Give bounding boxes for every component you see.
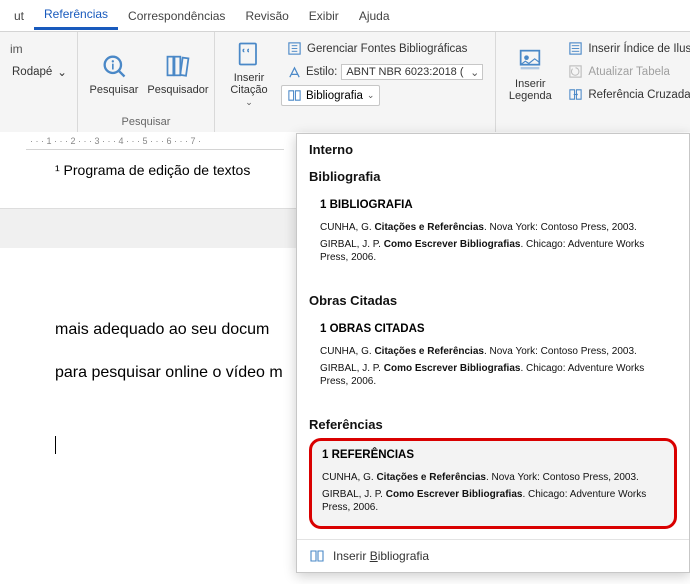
biblio-entry: GIRBAL, J. P. Como Escrever Bibliografia… <box>322 488 664 514</box>
biblio-option-referencias[interactable]: 1 REFERÊNCIAS CUNHA, G. Citações e Refer… <box>309 438 677 529</box>
estilo-selector[interactable]: Estilo: ABNT NBR 6023:2018 ( <box>281 61 489 83</box>
estilo-value: ABNT NBR 6023:2018 ( <box>346 66 463 78</box>
bibliography-icon <box>287 88 302 103</box>
referencia-cruzada-label: Referência Cruzada <box>588 89 690 101</box>
index-icon <box>568 41 583 56</box>
group-label-pesquisar: Pesquisar <box>84 116 208 130</box>
inserir-bibliografia-label: Inserir Bibliografia <box>333 549 429 563</box>
dropdown-header-interno: Interno <box>297 134 689 163</box>
group-label-empty <box>6 128 71 130</box>
biblio-heading-1: 1 OBRAS CITADAS <box>320 323 666 335</box>
biblio-category-bibliografia: Bibliografia <box>309 169 677 184</box>
bibliografia-button[interactable]: Bibliografia ⌄ <box>281 85 380 106</box>
inserir-legenda-button[interactable]: Inserir Legenda <box>502 36 558 112</box>
biblio-category-referencias: Referências <box>309 417 677 432</box>
inserir-citacao-label: Inserir Citação <box>230 72 267 96</box>
biblio-entry: GIRBAL, J. P. Como Escrever Bibliografia… <box>320 238 666 264</box>
chevron-down-icon: ⌄ <box>367 90 375 101</box>
ribbon-tabs: ut Referências Correspondências Revisão … <box>0 0 690 32</box>
rodape-label: Rodapé <box>12 66 52 78</box>
biblio-entry: CUNHA, G. Citações e Referências. Nova Y… <box>322 471 664 484</box>
cross-ref-icon <box>568 87 583 102</box>
partial-im: im <box>6 36 71 62</box>
inserir-indice-button[interactable]: Inserir Índice de Ilustr <box>562 38 690 59</box>
pesquisador-button[interactable]: Pesquisador <box>148 36 208 112</box>
body-line-2: para pesquisar online o vídeo m <box>55 351 285 394</box>
tab-referencias[interactable]: Referências <box>34 1 118 30</box>
chevron-down-icon: ⌄ <box>57 65 67 79</box>
biblio-entry: CUNHA, G. Citações e Referências. Nova Y… <box>320 345 666 358</box>
estilo-label: Estilo: <box>306 66 337 78</box>
biblio-entry: CUNHA, G. Citações e Referências. Nova Y… <box>320 221 666 234</box>
inserir-bibliografia-action[interactable]: Inserir Bibliografia <box>297 539 689 572</box>
body-line-1: mais adequado ao seu docum <box>55 308 285 351</box>
inserir-indice-label: Inserir Índice de Ilustr <box>588 43 690 55</box>
atualizar-tabela-button: Atualizar Tabela <box>562 61 690 82</box>
estilo-dropdown[interactable]: ABNT NBR 6023:2018 ( <box>341 64 483 80</box>
text-cursor <box>55 436 56 454</box>
caption-icon <box>516 46 544 74</box>
refresh-icon <box>568 64 583 79</box>
atualizar-tabela-label: Atualizar Tabela <box>588 66 670 78</box>
biblio-entry: GIRBAL, J. P. Como Escrever Bibliografia… <box>320 362 666 388</box>
bibliografia-label: Bibliografia <box>306 90 363 102</box>
manage-sources-icon <box>287 41 302 56</box>
biblio-heading-0: 1 BIBLIOGRAFIA <box>320 199 666 211</box>
biblio-heading-2: 1 REFERÊNCIAS <box>322 449 664 461</box>
tab-ajuda[interactable]: Ajuda <box>349 3 400 29</box>
rodape-button[interactable]: Rodapé ⌄ <box>6 62 71 82</box>
group-label-legenda <box>502 128 690 130</box>
biblio-category-obras: Obras Citadas <box>309 293 677 308</box>
pesquisar-label: Pesquisar <box>90 84 139 96</box>
biblio-option-bibliografia[interactable]: 1 BIBLIOGRAFIA CUNHA, G. Citações e Refe… <box>309 190 677 277</box>
referencia-cruzada-button[interactable]: Referência Cruzada <box>562 84 690 105</box>
pesquisador-label: Pesquisador <box>147 84 208 96</box>
books-icon <box>164 52 192 80</box>
tab-revisao[interactable]: Revisão <box>235 3 298 29</box>
bibliography-icon <box>309 548 325 564</box>
tab-correspondencias[interactable]: Correspondências <box>118 3 235 29</box>
bibliografia-dropdown: Interno Bibliografia 1 BIBLIOGRAFIA CUNH… <box>296 133 690 573</box>
inserir-legenda-label: Inserir Legenda <box>509 78 552 102</box>
style-icon <box>287 65 302 80</box>
ribbon: im Rodapé ⌄ Pesquisar Pesquisador Pesqui… <box>0 32 690 132</box>
gerenciar-fontes-label: Gerenciar Fontes Bibliográficas <box>307 43 467 55</box>
search-info-icon <box>100 52 128 80</box>
citation-icon <box>235 40 263 68</box>
group-label-cit <box>221 128 489 130</box>
gerenciar-fontes-button[interactable]: Gerenciar Fontes Bibliográficas <box>281 38 489 59</box>
chevron-down-icon: ⌄ <box>245 97 253 108</box>
tab-partial-ut[interactable]: ut <box>4 3 34 29</box>
biblio-option-obras-citadas[interactable]: 1 OBRAS CITADAS CUNHA, G. Citações e Ref… <box>309 314 677 401</box>
horizontal-ruler[interactable]: · · · 1 · · · 2 · · · 3 · · · 4 · · · 5 … <box>26 132 284 150</box>
inserir-citacao-button[interactable]: Inserir Citação ⌄ <box>221 36 277 112</box>
pesquisar-button[interactable]: Pesquisar <box>84 36 144 112</box>
tab-exibir[interactable]: Exibir <box>299 3 349 29</box>
